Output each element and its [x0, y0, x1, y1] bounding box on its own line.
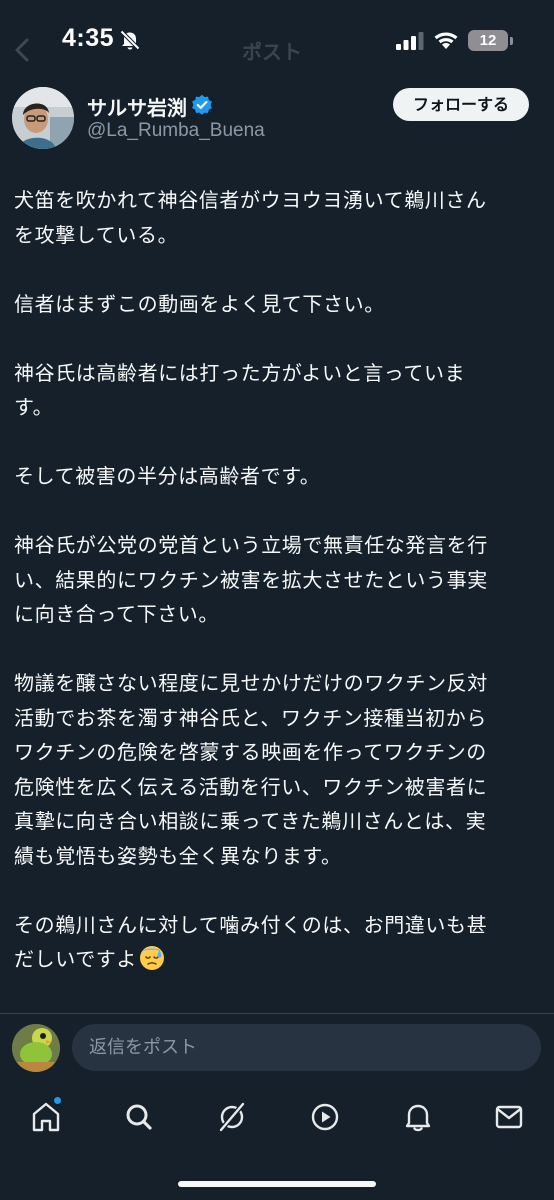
user-avatar[interactable] — [12, 1024, 60, 1072]
tweet-paragraph-text: その鵜川さんに対して噛み付くのは、お門違いも甚 だしいですよ — [14, 912, 488, 972]
downcast-face-with-sweat-emoji — [140, 946, 164, 970]
messages-icon — [495, 1105, 523, 1129]
tweet-paragraph-last: その鵜川さんに対して噛み付くのは、お門違いも甚 だしいですよ — [14, 908, 542, 977]
grok-icon — [219, 1102, 245, 1132]
page-title: ポスト — [242, 40, 302, 64]
cellular-signal-icon — [396, 32, 424, 50]
tweet-paragraph: そして被害の半分は高齢者です。 — [14, 464, 321, 488]
tweet-paragraph: 物議を醸さない程度に見せかけだけのワクチン反対 活動でお茶を濁す神谷氏と、ワクチ… — [14, 671, 488, 868]
status-time: 4:35 — [62, 24, 115, 52]
tweet-paragraph: 神谷氏は高齢者には打った方がよいと言っていま す。 — [14, 360, 466, 420]
home-tab[interactable] — [26, 1097, 66, 1137]
home-indicator — [178, 1181, 376, 1187]
author-avatar[interactable] — [12, 87, 74, 149]
verified-badge-icon — [192, 94, 212, 115]
silent-mode-icon — [120, 30, 140, 50]
video-icon — [311, 1103, 339, 1131]
reply-divider — [0, 1013, 554, 1014]
tweet-paragraph: 信者はまずこの動画をよく見て下さい。 — [14, 291, 385, 316]
home-badge — [54, 1097, 61, 1104]
messages-tab[interactable] — [489, 1097, 529, 1137]
search-icon — [126, 1104, 152, 1130]
wifi-icon — [434, 32, 458, 49]
author-handle[interactable]: @La_Rumba_Buena — [87, 120, 265, 142]
video-tab[interactable] — [305, 1097, 345, 1137]
back-arrow-icon[interactable] — [14, 38, 30, 62]
tweet-paragraph: 神谷氏が公党の党首という立場で無責任な発言を行 い、結果的にワクチン被害を拡大さ… — [14, 533, 488, 626]
home-icon — [32, 1102, 60, 1132]
tweet-paragraph: 犬笛を吹かれて神谷信者がウヨウヨ湧いて鵜川さん を攻撃している。 — [14, 188, 487, 247]
reply-input[interactable]: 返信をポスト — [72, 1024, 541, 1071]
search-tab[interactable] — [119, 1097, 159, 1137]
follow-button[interactable]: フォローする — [393, 88, 529, 121]
battery-cap — [510, 37, 513, 45]
author-name[interactable]: サルサ岩渕 — [87, 92, 187, 121]
tweet-text: 犬笛を吹かれて神谷信者がウヨウヨ湧いて鵜川さん を攻撃している。 信者はまずこの… — [14, 183, 542, 977]
notifications-tab[interactable] — [398, 1097, 438, 1137]
notifications-icon — [405, 1104, 431, 1132]
grok-tab[interactable] — [212, 1097, 252, 1137]
battery-level: 12 — [468, 30, 508, 51]
status-bar: ポスト 4:35 12 — [0, 0, 554, 84]
